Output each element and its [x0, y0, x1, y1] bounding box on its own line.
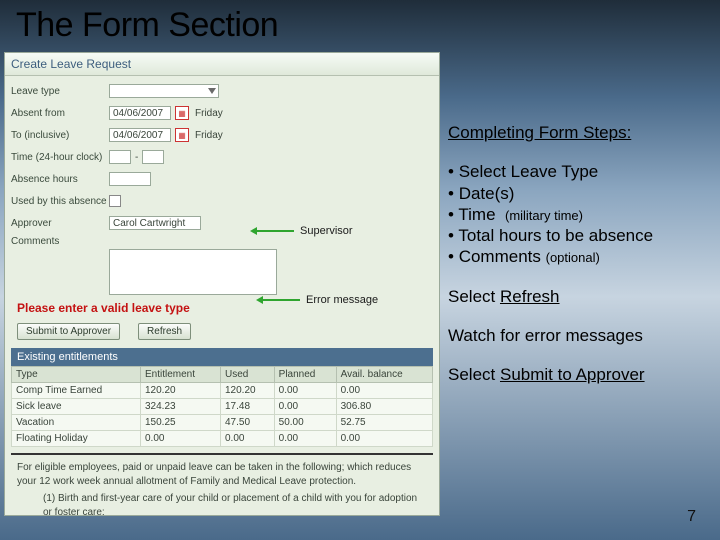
cell: 120.20 [140, 383, 220, 399]
absent-from-input[interactable]: 04/06/2007 [109, 106, 171, 120]
row-approver: Approver Carol Cartwright [11, 212, 433, 234]
table-header-row: Type Entitlement Used Planned Avail. bal… [12, 367, 433, 383]
step-text: Time [458, 205, 495, 224]
step-item: Date(s) [448, 183, 714, 204]
table-row: Vacation150.2547.5050.0052.75 [12, 415, 433, 431]
approver-input[interactable]: Carol Cartwright [109, 216, 201, 230]
calendar-icon[interactable]: ▦ [175, 128, 189, 142]
step-action: Select Refresh [448, 286, 714, 307]
step-text: Comments [459, 247, 541, 266]
cell: 50.00 [274, 415, 336, 431]
leave-type-select[interactable] [109, 84, 219, 98]
step-subtext: (optional) [546, 250, 600, 265]
cell: 0.00 [274, 399, 336, 415]
step-item: Total hours to be absence [448, 225, 714, 246]
cell: Comp Time Earned [12, 383, 141, 399]
cell: 150.25 [140, 415, 220, 431]
row-to: To (inclusive) 04/06/2007 ▦ Friday [11, 124, 433, 146]
cell: 17.48 [221, 399, 275, 415]
step-text: Select [448, 365, 500, 384]
eligible-intro: For eligible employees, paid or unpaid l… [17, 461, 427, 488]
time-to-input[interactable] [142, 150, 164, 164]
steps-heading: Completing Form Steps: [448, 122, 714, 143]
cell: 0.00 [336, 431, 432, 447]
eligible-text: For eligible employees, paid or unpaid l… [11, 453, 433, 516]
col-planned: Planned [274, 367, 336, 383]
col-avail: Avail. balance [336, 367, 432, 383]
entitlements-table: Type Entitlement Used Planned Avail. bal… [11, 366, 433, 447]
steps-panel: Completing Form Steps: Select Leave Type… [448, 122, 714, 385]
cell: Floating Holiday [12, 431, 141, 447]
approver-label: Approver [11, 218, 109, 229]
col-used: Used [221, 367, 275, 383]
cell: 0.00 [140, 431, 220, 447]
row-absent-from: Absent from 04/06/2007 ▦ Friday [11, 102, 433, 124]
comments-textarea[interactable] [109, 249, 277, 295]
form-header: Create Leave Request [5, 53, 439, 76]
supervisor-annotation-label: Supervisor [300, 225, 353, 237]
arrow-icon [262, 299, 300, 301]
time-label: Time (24-hour clock) [11, 152, 109, 163]
cell: Sick leave [12, 399, 141, 415]
to-label: To (inclusive) [11, 130, 109, 141]
refresh-button[interactable]: Refresh [138, 323, 191, 340]
cell: 52.75 [336, 415, 432, 431]
leave-type-label: Leave type [11, 86, 109, 97]
comments-label: Comments [11, 234, 109, 247]
cell: 120.20 [221, 383, 275, 399]
page-number: 7 [687, 508, 696, 526]
time-separator: - [135, 152, 138, 163]
step-link: Submit to Approver [500, 365, 645, 384]
table-row: Comp Time Earned120.20120.200.000.00 [12, 383, 433, 399]
step-item: Time (military time) [448, 204, 714, 225]
absent-from-label: Absent from [11, 108, 109, 119]
error-annotation-label: Error message [306, 294, 378, 306]
steps-list: Select Leave Type Date(s) Time (military… [448, 161, 714, 267]
submit-to-approver-button[interactable]: Submit to Approver [17, 323, 120, 340]
cell: 47.50 [221, 415, 275, 431]
eligible-point: (1) Birth and first-year care of your ch… [43, 492, 427, 516]
absence-hours-input[interactable] [109, 172, 151, 186]
row-used: Used by this absence [11, 190, 433, 212]
cell: Vacation [12, 415, 141, 431]
row-comments: Comments [11, 234, 433, 247]
cell: 0.00 [336, 383, 432, 399]
table-row: Floating Holiday0.000.000.000.00 [12, 431, 433, 447]
supervisor-annotation: Supervisor [250, 225, 353, 237]
cell: 0.00 [274, 431, 336, 447]
cell: 324.23 [140, 399, 220, 415]
row-time: Time (24-hour clock) - [11, 146, 433, 168]
cell: 0.00 [274, 383, 336, 399]
step-item: Select Leave Type [448, 161, 714, 182]
step-item: Comments (optional) [448, 246, 714, 267]
step-action: Watch for error messages [448, 325, 714, 346]
step-text: Select [448, 287, 500, 306]
to-day: Friday [195, 130, 223, 141]
row-leave-type: Leave type [11, 80, 433, 102]
form-panel: Create Leave Request Leave type Absent f… [4, 52, 440, 516]
entitlements-header: Existing entitlements [11, 348, 433, 366]
col-entitlement: Entitlement [140, 367, 220, 383]
step-action: Select Submit to Approver [448, 364, 714, 385]
time-from-input[interactable] [109, 150, 131, 164]
cell: 0.00 [221, 431, 275, 447]
step-subtext: (military time) [505, 208, 583, 223]
error-annotation: Error message [256, 294, 378, 306]
used-label: Used by this absence [11, 196, 109, 207]
to-input[interactable]: 04/06/2007 [109, 128, 171, 142]
absent-from-day: Friday [195, 108, 223, 119]
cell: 306.80 [336, 399, 432, 415]
arrow-icon [256, 230, 294, 232]
table-row: Sick leave324.2317.480.00306.80 [12, 399, 433, 415]
step-link: Refresh [500, 287, 560, 306]
used-checkbox[interactable] [109, 195, 121, 207]
absence-hours-label: Absence hours [11, 174, 109, 185]
row-absence-hours: Absence hours [11, 168, 433, 190]
slide-title: The Form Section [16, 6, 278, 45]
calendar-icon[interactable]: ▦ [175, 106, 189, 120]
col-type: Type [12, 367, 141, 383]
button-row: Submit to Approver Refresh [11, 321, 433, 348]
